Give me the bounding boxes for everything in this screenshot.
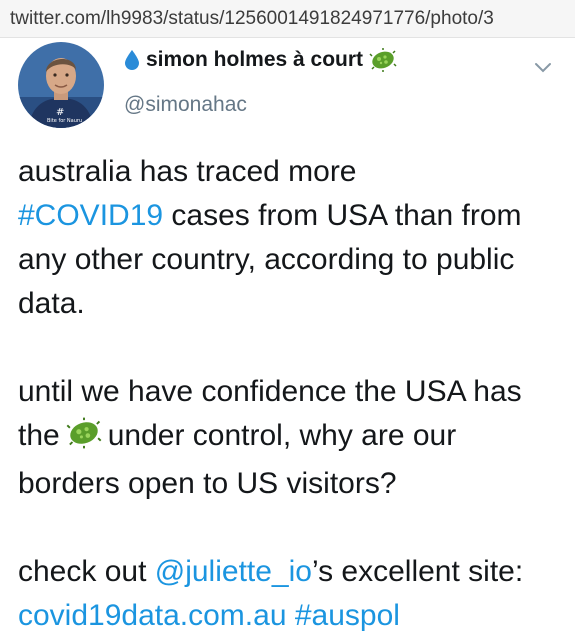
- mention-link[interactable]: @juliette_io: [155, 555, 312, 588]
- svg-text:#: #: [56, 107, 64, 118]
- chevron-down-icon[interactable]: [529, 56, 557, 80]
- tweet-paragraph-1: australia has traced more #COVID19 cases …: [18, 155, 522, 320]
- microbe-icon: [66, 417, 102, 462]
- avatar-caption: Bite for Nauru: [47, 118, 82, 124]
- user-handle[interactable]: @simonahac: [124, 93, 247, 117]
- avatar[interactable]: # Bite for Nauru: [18, 42, 104, 128]
- microbe-icon: [369, 48, 397, 72]
- address-bar[interactable]: twitter.com/lh9983/status/12560014918249…: [0, 0, 575, 38]
- tweet-card: # Bite for Nauru simon holmes à court @s…: [0, 38, 575, 640]
- site-link[interactable]: covid19data.com.au: [18, 599, 287, 632]
- hashtag-covid19-link[interactable]: #COVID19: [18, 199, 163, 232]
- tweet-paragraph-2: until we have confidence the USA has the…: [18, 375, 522, 500]
- url-text[interactable]: twitter.com/lh9983/status/12560014918249…: [10, 8, 494, 30]
- author-name-text: simon holmes à court: [146, 48, 364, 71]
- author-name[interactable]: simon holmes à court: [124, 48, 397, 72]
- water-drop-icon: [124, 49, 140, 71]
- hashtag-auspol-link[interactable]: #auspol: [295, 599, 400, 632]
- tweet-paragraph-3: check out @juliette_io’s excellent site:…: [18, 555, 524, 632]
- tweet-text: australia has traced more #COVID19 cases …: [18, 150, 555, 638]
